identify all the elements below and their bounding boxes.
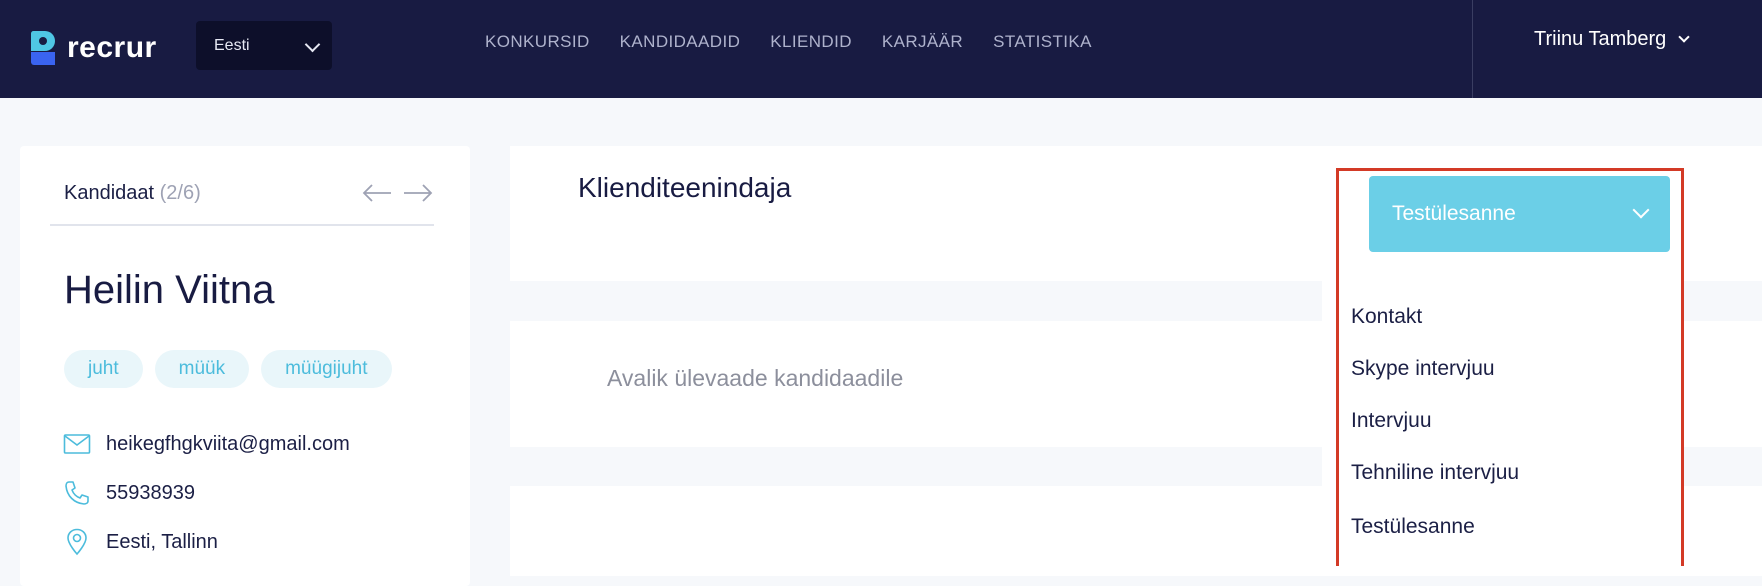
tag-chip[interactable]: müügijuht xyxy=(261,350,392,388)
status-option-skype-intervjuu[interactable]: Skype intervjuu xyxy=(1351,357,1495,381)
nav-item-kliendid[interactable]: KLIENDID xyxy=(770,30,852,54)
nav-item-statistika[interactable]: STATISTIKA xyxy=(993,30,1092,54)
job-title: Klienditeenindaja xyxy=(578,172,792,203)
status-selected-value: Testülesanne xyxy=(1392,202,1516,225)
chevron-down-icon xyxy=(304,36,321,53)
candidate-position-counter: (2/6) xyxy=(159,182,201,204)
mail-icon xyxy=(62,429,92,459)
logo-text: recrur xyxy=(67,31,157,64)
chevron-down-icon xyxy=(1632,201,1650,219)
public-overview-link[interactable]: Avalik ülevaade kandidaadile xyxy=(607,365,903,392)
candidate-card: Kandidaat (2/6) Heilin Viitna juht müük … xyxy=(20,146,470,586)
divider xyxy=(50,224,434,226)
arrow-left-icon xyxy=(362,184,391,202)
status-option-intervjuu[interactable]: Intervjuu xyxy=(1351,409,1432,433)
location-pin-icon xyxy=(62,527,92,557)
status-option-kontakt[interactable]: Kontakt xyxy=(1351,305,1422,329)
candidate-header-label: Kandidaat xyxy=(64,182,155,204)
candidate-location: Eesti, Tallinn xyxy=(106,530,218,553)
main-nav: KONKURSID KANDIDAADID KLIENDID KARJÄÄR S… xyxy=(485,30,1122,54)
nav-item-konkursid[interactable]: KONKURSID xyxy=(485,30,590,54)
phone-icon xyxy=(62,478,92,508)
candidate-location-row: Eesti, Tallinn xyxy=(62,527,218,557)
nav-item-kandidaadid[interactable]: KANDIDAADID xyxy=(620,30,741,54)
language-select[interactable]: Eesti xyxy=(196,21,332,70)
recrur-logo-icon xyxy=(31,31,57,65)
chevron-down-icon xyxy=(1678,30,1690,43)
nav-divider xyxy=(1472,0,1473,98)
status-option-tehniline-intervjuu[interactable]: Tehniline intervjuu xyxy=(1351,461,1519,485)
nav-item-karjaar[interactable]: KARJÄÄR xyxy=(882,30,963,54)
candidate-email[interactable]: heikegfhgkviita@gmail.com xyxy=(106,433,350,456)
candidate-header: Kandidaat (2/6) xyxy=(64,182,201,205)
user-name: Triinu Tamberg xyxy=(1534,28,1667,50)
tag-chip[interactable]: juht xyxy=(64,350,143,388)
recrur-logo[interactable]: recrur xyxy=(31,30,157,66)
tag-chip[interactable]: müük xyxy=(154,350,250,388)
status-select-button[interactable]: Testülesanne xyxy=(1369,176,1670,252)
candidate-phone[interactable]: 55938939 xyxy=(106,482,195,505)
status-option-testulesanne[interactable]: Testülesanne xyxy=(1351,515,1475,539)
previous-candidate-button[interactable] xyxy=(362,182,392,204)
arrow-right-icon xyxy=(404,184,433,202)
candidate-name: Heilin Viitna xyxy=(64,268,275,312)
language-select-value: Eesti xyxy=(214,36,250,54)
top-nav-bar: recrur Eesti KONKURSID KANDIDAADID KLIEN… xyxy=(0,0,1762,98)
user-menu[interactable]: Triinu Tamberg xyxy=(1534,28,1690,51)
candidate-email-row: heikegfhgkviita@gmail.com xyxy=(62,429,350,459)
candidate-phone-row: 55938939 xyxy=(62,478,195,508)
next-candidate-button[interactable] xyxy=(403,182,433,204)
candidate-tags: juht müük müügijuht xyxy=(64,350,392,388)
